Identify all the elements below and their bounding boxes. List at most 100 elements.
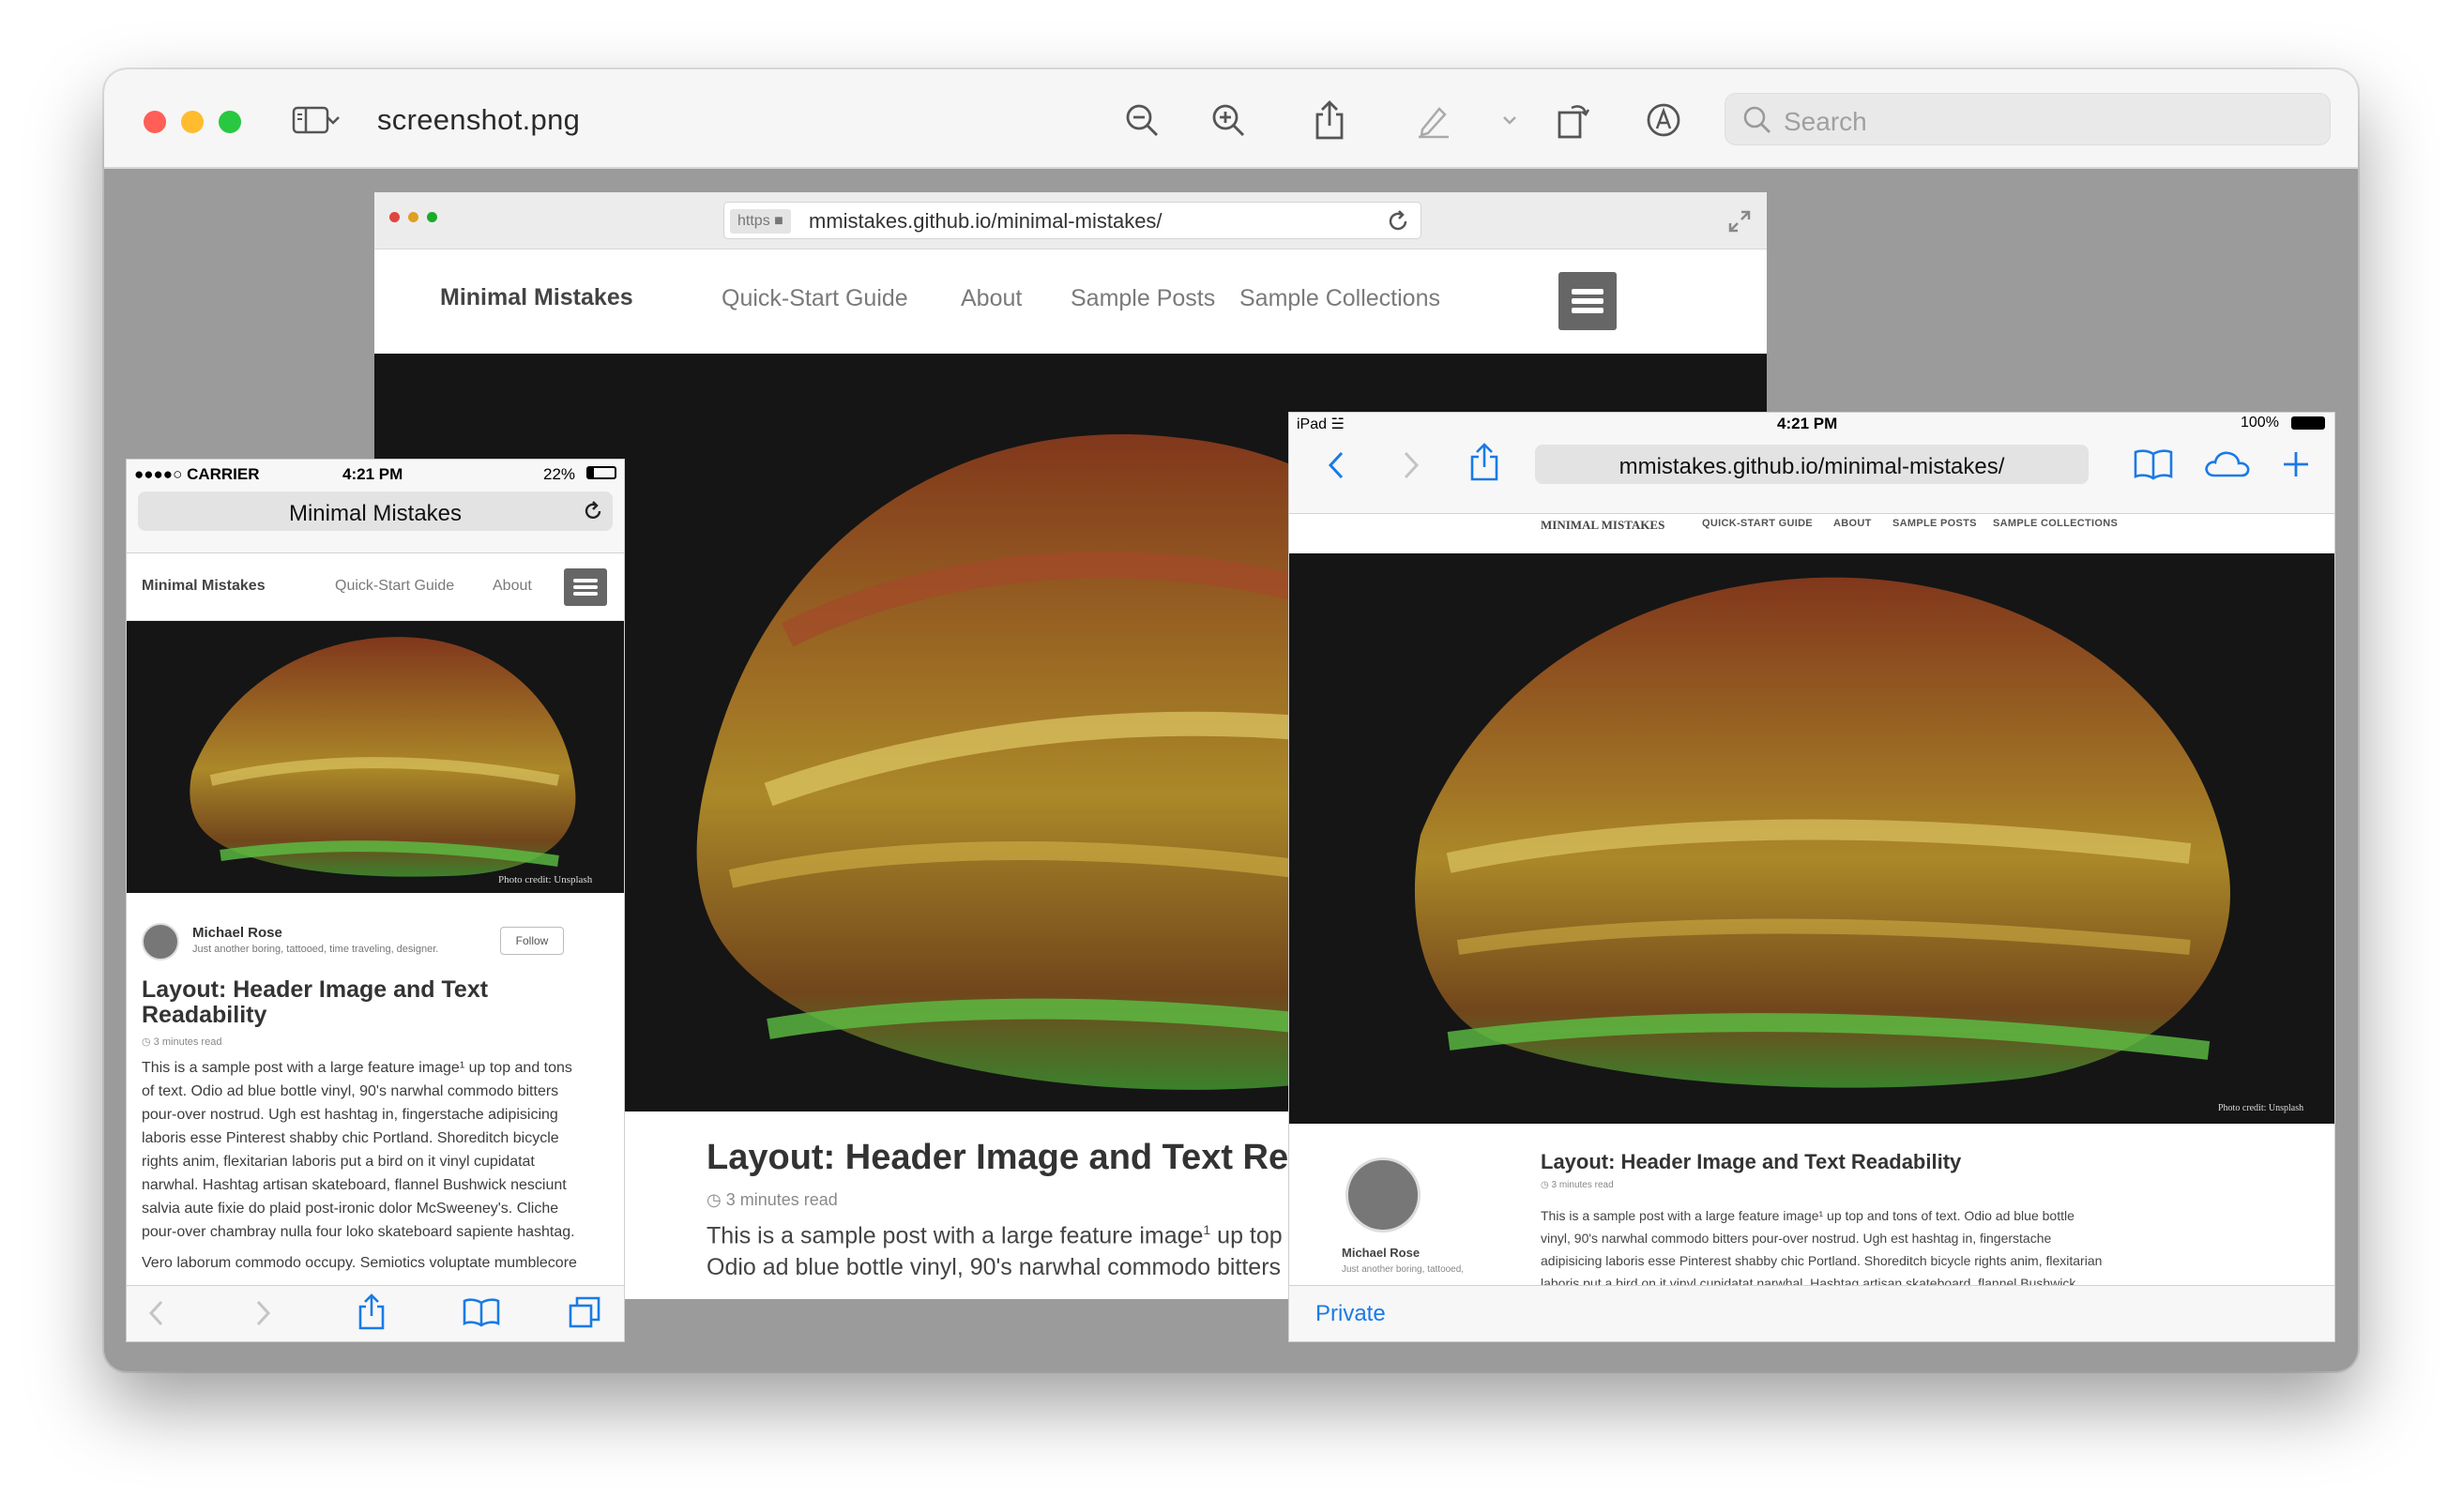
tabs-icon[interactable]	[568, 1295, 601, 1329]
desktop-close-dot	[389, 212, 400, 222]
phone-paragraph-line: narwhal. Hashtag artisan skateboard, fla…	[142, 1177, 567, 1193]
maximize-button[interactable]	[219, 111, 241, 133]
tablet-screen: iPad ☱ 4:21 PM 100% mmistakes.github.io/…	[1289, 413, 2334, 1341]
private-button[interactable]: Private	[1315, 1301, 1386, 1327]
markup-pen-icon[interactable]	[1411, 98, 1456, 143]
annotate-icon[interactable]	[1641, 98, 1686, 143]
share-icon[interactable]	[357, 1293, 386, 1331]
phone-read-time: ◷ 3 minutes read	[142, 1036, 222, 1048]
tablet-feature-image: Photo credit: Unsplash	[1289, 553, 2334, 1124]
phone-paragraph-line: of text. Odio ad blue bottle vinyl, 90's…	[142, 1083, 559, 1099]
bookmarks-icon[interactable]	[463, 1297, 500, 1327]
tablet-address-bar[interactable]: mmistakes.github.io/minimal-mistakes/	[1535, 445, 2089, 484]
phone-status-bar: ●●●●○ CARRIER 4:21 PM 22%	[127, 460, 624, 486]
desktop-read-time: ◷ 3 minutes read	[707, 1190, 838, 1209]
battery-icon	[586, 466, 616, 479]
tablet-nav-quick-start[interactable]: QUICK-START GUIDE	[1702, 518, 1813, 529]
tablet-url-text: mmistakes.github.io/minimal-mistakes/	[1619, 454, 2005, 479]
phone-time: 4:21 PM	[342, 465, 403, 483]
phone-bottom-toolbar	[127, 1285, 624, 1341]
tablet-nav-about[interactable]: ABOUT	[1833, 518, 1872, 529]
file-title: screenshot.png	[377, 103, 581, 136]
tablet-post-content: Michael Rose Just another boring, tattoo…	[1289, 1124, 2334, 1285]
phone-nav-about[interactable]: About	[493, 578, 532, 595]
tablet-post-title: Layout: Header Image and Text Readabilit…	[1541, 1150, 1962, 1173]
chevron-down-icon[interactable]	[1498, 98, 1521, 143]
tablet-paragraph-line: adipisicing laboris esse Pinterest shabb…	[1541, 1253, 2103, 1268]
phone-author-name: Michael Rose	[192, 925, 282, 941]
tablet-paragraph-line: vinyl, 90's narwhal commodo bitters pour…	[1541, 1231, 2052, 1246]
tablet-nav-sample-posts[interactable]: SAMPLE POSTS	[1892, 518, 1977, 529]
tablet-browser-chrome: iPad ☱ 4:21 PM 100% mmistakes.github.io/…	[1289, 413, 2334, 514]
reload-icon[interactable]	[583, 501, 603, 522]
avatar	[142, 923, 179, 960]
desktop-nav-about[interactable]: About	[961, 285, 1022, 312]
search-icon	[1742, 105, 1772, 135]
avatar	[1345, 1157, 1421, 1232]
tablet-time: 4:21 PM	[1777, 415, 1838, 432]
icloud-tabs-icon[interactable]	[2203, 448, 2252, 478]
phone-photo-credit: Photo credit: Unsplash	[498, 874, 593, 885]
zoom-in-icon[interactable]	[1206, 98, 1251, 143]
window-toolbar: screenshot.png Search	[104, 69, 2358, 169]
phone-paragraph2: Vero laborum commodo occupy. Semiotics v…	[142, 1255, 577, 1271]
phone-author-bio: Just another boring, tattooed, time trav…	[192, 944, 439, 955]
phone-paragraph-line: pour-over nostrud. Ugh est hashtag in, f…	[142, 1107, 558, 1123]
back-icon[interactable]	[1327, 450, 1345, 480]
desktop-address-bar[interactable]: https ■ mmistakes.github.io/minimal-mist…	[723, 202, 1421, 239]
back-icon[interactable]	[147, 1299, 166, 1327]
tablet-author-bio: Just another boring, tattooed,	[1342, 1264, 1465, 1275]
phone-paragraph-line: rights anim, flexitarian laboris put a b…	[142, 1154, 535, 1170]
desktop-nav-quick-start[interactable]: Quick-Start Guide	[722, 285, 908, 312]
desktop-post-body-line1: This is a sample post with a large featu…	[707, 1222, 1302, 1249]
phone-paragraph-line: pour-over chambray nulla four loko skate…	[142, 1224, 575, 1240]
reload-icon[interactable]	[1385, 208, 1411, 234]
phone-menu-button[interactable]	[564, 568, 607, 606]
tablet-paragraph-line: This is a sample post with a large featu…	[1541, 1208, 2074, 1223]
phone-address-title: Minimal Mistakes	[288, 501, 463, 526]
tablet-nav-sample-collections[interactable]: SAMPLE COLLECTIONS	[1993, 518, 2118, 529]
share-icon[interactable]	[1469, 443, 1499, 482]
chevron-down-icon[interactable]	[322, 98, 344, 143]
desktop-menu-button[interactable]	[1558, 272, 1617, 330]
desktop-maximize-dot	[427, 212, 437, 222]
phone-nav-quick-start[interactable]: Quick-Start Guide	[335, 578, 454, 595]
tablet-bottom-bar: Private	[1289, 1285, 2334, 1341]
phone-site-title[interactable]: Minimal Mistakes	[142, 578, 266, 595]
forward-icon[interactable]	[253, 1299, 272, 1327]
clock-icon: ◷	[707, 1190, 722, 1209]
forward-icon[interactable]	[1402, 450, 1421, 480]
phone-masthead: Minimal Mistakes Quick-Start Guide About	[127, 553, 624, 621]
close-button[interactable]	[144, 111, 166, 133]
clock-icon: ◷	[1541, 1180, 1549, 1190]
phone-battery: 22%	[543, 465, 576, 483]
desktop-post-title: Layout: Header Image and Text Re	[707, 1138, 1289, 1177]
desktop-site-title[interactable]: Minimal Mistakes	[440, 284, 633, 311]
desktop-post-body-line2: Odio ad blue bottle vinyl, 90's narwhal …	[707, 1254, 1282, 1280]
phone-paragraph-line: This is a sample post with a large featu…	[142, 1060, 572, 1076]
tablet-site-title[interactable]: MINIMAL MISTAKES	[1541, 518, 1664, 533]
tablet-author-name: Michael Rose	[1342, 1246, 1421, 1260]
phone-carrier: ●●●●○ CARRIER	[134, 465, 260, 483]
bookmarks-icon[interactable]	[2134, 448, 2173, 480]
fullscreen-icon[interactable]	[1725, 207, 1754, 235]
desktop-minimize-dot	[408, 212, 418, 222]
phone-feature-image: Photo credit: Unsplash	[127, 621, 624, 893]
desktop-nav-sample-posts[interactable]: Sample Posts	[1071, 285, 1215, 312]
phone-address-bar[interactable]: Minimal Mistakes	[138, 491, 613, 531]
follow-button[interactable]: Follow	[500, 927, 564, 955]
minimize-button[interactable]	[181, 111, 204, 133]
phone-post-title: Layout: Header Image and Text Readabilit…	[142, 976, 489, 1028]
desktop-browser-chrome: https ■ mmistakes.github.io/minimal-mist…	[374, 192, 1767, 249]
desktop-masthead: Minimal Mistakes Quick-Start Guide About…	[374, 250, 1767, 354]
new-tab-icon[interactable]	[2282, 450, 2310, 478]
lock-icon: ■	[774, 213, 783, 229]
phone-screen: ●●●●○ CARRIER 4:21 PM 22% Minimal Mistak…	[127, 460, 624, 1341]
rotate-icon[interactable]	[1551, 98, 1596, 143]
zoom-out-icon[interactable]	[1119, 98, 1164, 143]
search-field[interactable]: Search	[1725, 93, 2331, 145]
share-icon[interactable]	[1307, 98, 1352, 143]
tablet-battery: 100%	[2241, 415, 2279, 431]
tablet-read-time: ◷ 3 minutes read	[1541, 1180, 1614, 1190]
desktop-nav-sample-collections[interactable]: Sample Collections	[1239, 285, 1440, 312]
